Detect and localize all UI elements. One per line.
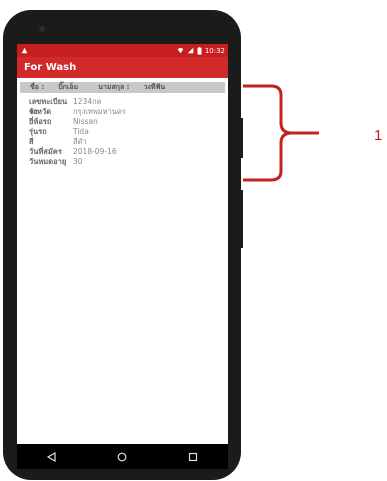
- detail-row: ยี่ห้อรถ Nissan: [29, 117, 228, 127]
- detail-value: สีดำ: [73, 137, 87, 146]
- detail-value: 30: [73, 157, 83, 166]
- name-label: ชื่อ :: [30, 83, 45, 91]
- detail-value: 1234กค: [73, 97, 102, 106]
- detail-row: วันที่สมัคร 2018-09-16: [29, 147, 228, 157]
- app-bar: For Wash: [17, 57, 228, 78]
- notification-icon: [21, 47, 28, 54]
- nav-bar: [17, 444, 228, 469]
- annotation-number: 1: [374, 127, 383, 144]
- detail-row: จังหวัด กรุงเทพมหานคร: [29, 107, 228, 117]
- recents-icon[interactable]: [188, 452, 198, 462]
- signal-icon: [187, 47, 194, 54]
- detail-label: วันหมดอายุ: [29, 157, 67, 166]
- surname-label: นามสกุล :: [98, 83, 130, 91]
- detail-label: จังหวัด: [29, 107, 52, 116]
- detail-value: กรุงเทพมหานคร: [73, 107, 126, 116]
- name-value: บิ๊กเอ็ม: [58, 83, 79, 91]
- detail-label: สี: [29, 137, 34, 146]
- status-time: 10:32: [204, 46, 225, 55]
- phone-frame: 10:32 For Wash ชื่อ : บิ๊กเอ็ม นามสกุล :…: [3, 10, 241, 480]
- detail-label: วันที่สมัคร: [29, 147, 62, 156]
- back-icon[interactable]: [47, 451, 57, 462]
- detail-value: Nissan: [73, 117, 98, 126]
- phone-screen: 10:32 For Wash ชื่อ : บิ๊กเอ็ม นามสกุล :…: [17, 44, 228, 469]
- detail-row: วันหมดอายุ 30: [29, 157, 228, 167]
- surname-value: วงทีฟัน: [143, 83, 166, 91]
- detail-label: รุ่นรถ: [29, 127, 47, 136]
- detail-value: Tida: [73, 127, 89, 136]
- name-header: ชื่อ : บิ๊กเอ็ม นามสกุล : วงทีฟัน: [20, 82, 225, 93]
- app-title: For Wash: [24, 62, 77, 73]
- detail-row: รุ่นรถ Tida: [29, 127, 228, 137]
- details-list: เลขทะเบียนรถ 1234กค จังหวัด กรุงเทพมหานคร …: [17, 97, 228, 167]
- battery-icon: [197, 46, 202, 55]
- wifi-icon: [177, 48, 184, 54]
- detail-label: ยี่ห้อรถ: [29, 117, 52, 126]
- detail-value: 2018-09-16: [73, 147, 117, 156]
- status-bar: 10:32: [17, 44, 228, 57]
- detail-row: เลขทะเบียนรถ 1234กค: [29, 97, 228, 116]
- power-button: [239, 190, 243, 248]
- home-icon[interactable]: [117, 452, 127, 462]
- detail-label: เลขทะเบียนรถ: [29, 97, 68, 116]
- annotation-bracket: [243, 84, 319, 182]
- detail-row: สี สีดำ: [29, 137, 228, 147]
- camera-icon: [39, 26, 45, 32]
